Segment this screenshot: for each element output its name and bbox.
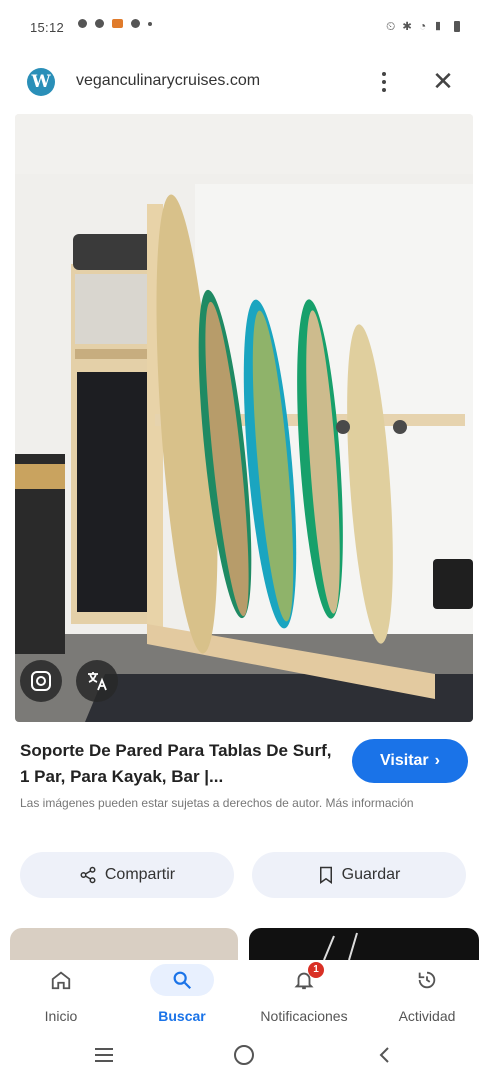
close-icon[interactable]: ✕ <box>430 68 456 94</box>
translate-button[interactable] <box>76 660 118 702</box>
nav-label-activity: Actividad <box>398 1008 456 1024</box>
visit-button[interactable]: Visitar › <box>352 739 468 783</box>
whatsapp-icon <box>78 19 87 28</box>
share-button[interactable]: Compartir <box>20 852 234 898</box>
system-status-icons: ⏲ ✱ ◔ ▮ <box>386 19 460 34</box>
nav-item-notifications[interactable]: 1 Notificaciones <box>249 960 359 1032</box>
history-icon <box>395 964 459 996</box>
home-icon <box>29 964 93 996</box>
save-label: Guardar <box>341 866 401 883</box>
related-image-thumbnail[interactable] <box>249 928 479 960</box>
battery-icon <box>454 21 460 33</box>
share-label: Compartir <box>104 866 176 883</box>
chevron-right-icon: › <box>434 752 440 769</box>
app-icon <box>112 19 123 28</box>
related-image-thumbnail[interactable] <box>10 928 238 960</box>
source-bar: W veganculinarycruises.com ✕ <box>0 56 488 112</box>
nav-label-notifications: Notificaciones <box>260 1008 348 1024</box>
recent-apps-icon[interactable] <box>84 1040 124 1070</box>
lens-icon <box>31 671 51 691</box>
home-circle-icon[interactable] <box>224 1040 264 1070</box>
more-notifications-icon <box>148 21 152 26</box>
result-title[interactable]: Soporte De Pared Para Tablas De Surf, 1 … <box>20 738 340 790</box>
translate-icon <box>88 672 107 691</box>
app-icon <box>131 19 140 28</box>
bookmark-icon <box>319 866 332 884</box>
nav-item-search[interactable]: Buscar <box>127 960 237 1032</box>
result-image[interactable] <box>15 114 473 722</box>
status-icons: ⏲ ✱ ◔ ▮ <box>385 19 445 33</box>
copyright-disclaimer[interactable]: Las imágenes pueden estar sujetas a dere… <box>20 794 440 812</box>
app-icon <box>95 19 104 28</box>
visit-label: Visitar <box>380 752 429 769</box>
system-navigation-bar <box>0 1032 488 1080</box>
search-icon <box>150 964 214 996</box>
site-domain[interactable]: veganculinarycruises.com <box>76 72 260 90</box>
status-bar: 15:12 ⏲ ✱ ◔ ▮ <box>0 0 488 56</box>
bottom-navigation: Inicio Buscar 1 Notificaciones Actividad <box>0 960 488 1032</box>
nav-label-search: Buscar <box>158 1008 206 1024</box>
back-icon[interactable] <box>364 1040 404 1070</box>
nav-label-home: Inicio <box>44 1008 78 1024</box>
nav-item-home[interactable]: Inicio <box>6 960 116 1032</box>
lens-button[interactable] <box>20 660 62 702</box>
notification-icons <box>78 19 152 28</box>
more-vert-icon[interactable] <box>374 70 394 94</box>
status-time: 15:12 <box>30 20 65 35</box>
site-favicon: W <box>27 68 55 96</box>
share-icon <box>80 866 96 884</box>
save-button[interactable]: Guardar <box>252 852 466 898</box>
bell-icon: 1 <box>272 962 336 996</box>
nav-item-activity[interactable]: Actividad <box>372 960 482 1032</box>
notification-badge: 1 <box>308 962 324 978</box>
